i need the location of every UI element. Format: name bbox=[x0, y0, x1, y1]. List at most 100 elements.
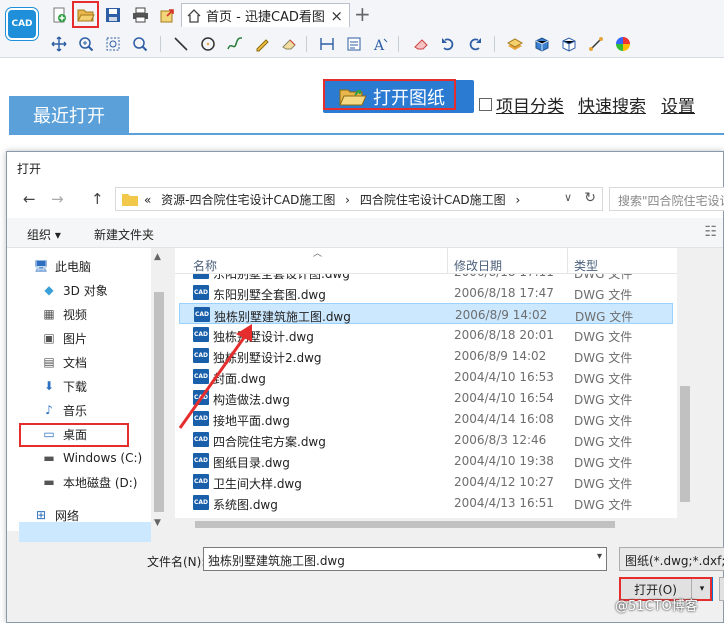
organize-button[interactable]: 组织 ▾ bbox=[27, 226, 61, 243]
file-hscroll-thumb[interactable] bbox=[195, 521, 615, 528]
3d-box-icon[interactable] bbox=[533, 35, 551, 53]
zoom-realtime-icon[interactable] bbox=[131, 35, 149, 53]
forward-button[interactable]: → bbox=[51, 190, 64, 208]
nav-scroll-thumb[interactable] bbox=[154, 292, 164, 512]
erase-icon[interactable] bbox=[412, 35, 430, 53]
column-name[interactable]: 名称 bbox=[193, 257, 217, 274]
file-row[interactable]: CAD 封面.dwg 2004/4/10 16:53 DWG 文件 bbox=[179, 366, 673, 387]
file-row[interactable]: CAD 四合院住宅方案.dwg 2006/8/3 12:46 DWG 文件 bbox=[179, 429, 673, 450]
image-icon[interactable] bbox=[345, 35, 363, 53]
file-row[interactable]: CAD 接地平面.dwg 2004/4/14 16:08 DWG 文件 bbox=[179, 408, 673, 429]
download-icon: ⬇ bbox=[43, 379, 55, 393]
file-row[interactable]: CAD 独栋别墅建筑施工图.dwg 2006/8/9 14:02 DWG 文件 bbox=[179, 303, 673, 324]
cancel-button[interactable] bbox=[719, 577, 724, 601]
file-type: DWG 文件 bbox=[575, 310, 634, 324]
save-icon[interactable] bbox=[104, 6, 122, 24]
app-logo[interactable]: CAD bbox=[6, 8, 38, 40]
tab-home[interactable]: 首页 - 迅捷CAD看图 × bbox=[181, 3, 350, 27]
file-row[interactable]: CAD 构造做法.dwg 2004/4/10 16:54 DWG 文件 bbox=[179, 387, 673, 408]
zoom-extents-icon[interactable] bbox=[104, 35, 122, 53]
filename-input[interactable]: 独栋别墅建筑施工图.dwg ▾ bbox=[203, 547, 607, 571]
quick-search-link[interactable]: 快速搜索 bbox=[578, 92, 646, 117]
file-vscroll-thumb[interactable] bbox=[680, 386, 690, 502]
project-category-checkbox[interactable] bbox=[479, 98, 492, 111]
recent-tab-underline bbox=[9, 133, 724, 135]
scroll-down-icon[interactable]: ▼ bbox=[154, 518, 161, 528]
up-button[interactable]: ↑ bbox=[91, 190, 104, 208]
back-button[interactable]: ← bbox=[23, 190, 36, 208]
file-row[interactable]: CAD 卫生间大样.dwg 2004/4/12 10:27 DWG 文件 bbox=[179, 471, 673, 492]
settings-link[interactable]: 设置 bbox=[661, 92, 695, 117]
pan-icon[interactable] bbox=[50, 35, 68, 53]
text-style-icon[interactable]: A bbox=[372, 35, 390, 53]
file-row[interactable]: CAD 独栋别墅设计2.dwg 2006/8/9 14:02 DWG 文件 bbox=[179, 345, 673, 366]
nav-item[interactable]: ▤ 文档 bbox=[41, 352, 87, 372]
print-icon[interactable] bbox=[131, 6, 149, 24]
tab-add-icon[interactable]: + bbox=[354, 4, 371, 24]
watermark: @51CTO博客 bbox=[615, 599, 698, 614]
nav-item[interactable]: 🖥 此电脑 bbox=[33, 256, 91, 276]
sort-indicator-icon: ︿ bbox=[313, 249, 323, 259]
3d-view-icon[interactable] bbox=[560, 35, 578, 53]
nav-pane-scrollbar[interactable]: ▲ ▼ bbox=[151, 248, 167, 531]
layer-icon[interactable] bbox=[506, 35, 524, 53]
breadcrumb-separator[interactable]: › bbox=[515, 193, 520, 207]
color-wheel-icon[interactable] bbox=[614, 35, 632, 53]
file-row[interactable]: CAD 独栋别墅设计.dwg 2006/8/18 20:01 DWG 文件 bbox=[179, 324, 673, 345]
export-icon[interactable] bbox=[158, 6, 176, 24]
column-divider[interactable] bbox=[567, 248, 568, 274]
nav-item[interactable]: ⊞ 网络 bbox=[33, 505, 79, 525]
recent-files-tab[interactable]: 最近打开 bbox=[9, 96, 129, 134]
nav-item-label: 下载 bbox=[63, 379, 88, 394]
column-divider[interactable] bbox=[447, 248, 448, 274]
rect-icon[interactable] bbox=[318, 35, 336, 53]
refresh-icon[interactable]: ↻ bbox=[584, 190, 596, 206]
view-toggle-icon[interactable]: ☷ bbox=[704, 224, 717, 240]
nav-item[interactable]: ▬ Windows (C:) bbox=[41, 448, 142, 468]
breadcrumb-prefix[interactable]: « bbox=[144, 193, 151, 207]
address-bar[interactable]: « 资源-四合院住宅设计CAD施工图 › 四合院住宅设计CAD施工图 › ∨ ↻ bbox=[115, 187, 603, 211]
file-date: 2004/4/13 16:51 bbox=[454, 496, 554, 510]
breadcrumb-separator[interactable]: › bbox=[345, 193, 350, 207]
breadcrumb-item[interactable]: 四合院住宅设计CAD施工图 bbox=[360, 193, 506, 207]
file-row[interactable]: CAD 东阳别墅全套图.dwg 2006/8/18 17:47 DWG 文件 bbox=[179, 282, 673, 303]
file-type: DWG 文件 bbox=[574, 393, 633, 407]
nav-item[interactable]: ▦ 视频 bbox=[41, 304, 87, 324]
file-list-vscrollbar[interactable] bbox=[677, 248, 693, 518]
file-list-hscrollbar[interactable] bbox=[175, 518, 677, 531]
file-type-select[interactable]: 图纸(*.dwg;*.dxf;*. bbox=[619, 547, 724, 571]
open-drawing-button[interactable]: 打开图纸 bbox=[323, 80, 474, 113]
nav-item-label: 3D 对象 bbox=[63, 283, 108, 298]
file-row[interactable]: CAD 图纸目录.dwg 2004/4/10 19:38 DWG 文件 bbox=[179, 450, 673, 471]
measure-icon[interactable] bbox=[587, 35, 605, 53]
file-row[interactable]: CAD 系统图.dwg 2004/4/13 16:51 DWG 文件 bbox=[179, 492, 673, 513]
nav-item[interactable]: ♪ 音乐 bbox=[41, 400, 87, 420]
filename-dropdown-icon[interactable]: ▾ bbox=[597, 551, 602, 562]
pen-icon[interactable] bbox=[253, 35, 271, 53]
redo-icon[interactable] bbox=[466, 35, 484, 53]
filename-value: 独栋别墅建筑施工图.dwg bbox=[208, 554, 345, 568]
nav-item[interactable]: ⬇ 下载 bbox=[41, 376, 87, 396]
nav-item-label: 本地磁盘 (D:) bbox=[63, 475, 138, 490]
nav-item[interactable]: ▬ 本地磁盘 (D:) bbox=[41, 472, 137, 492]
eraser-text-icon[interactable] bbox=[280, 35, 298, 53]
polyline-icon[interactable] bbox=[226, 35, 244, 53]
new-file-icon[interactable] bbox=[50, 6, 68, 24]
column-date[interactable]: 修改日期 bbox=[454, 257, 502, 274]
undo-icon[interactable] bbox=[439, 35, 457, 53]
nav-item[interactable]: ▭ 桌面 bbox=[41, 424, 87, 444]
address-dropdown-icon[interactable]: ∨ bbox=[564, 191, 572, 204]
nav-item[interactable]: ▣ 图片 bbox=[41, 328, 87, 348]
tab-close-icon[interactable]: × bbox=[330, 7, 343, 25]
circle-icon[interactable] bbox=[199, 35, 217, 53]
zoom-window-icon[interactable] bbox=[77, 35, 95, 53]
line-icon[interactable] bbox=[172, 35, 190, 53]
new-folder-button[interactable]: 新建文件夹 bbox=[94, 226, 154, 243]
search-input[interactable]: 搜索"四合院住宅设计 bbox=[609, 187, 724, 211]
breadcrumb-item[interactable]: 资源-四合院住宅设计CAD施工图 bbox=[161, 193, 335, 207]
nav-item[interactable]: ◆ 3D 对象 bbox=[41, 280, 108, 300]
project-category-link[interactable]: 项目分类 bbox=[479, 92, 564, 117]
scroll-up-icon[interactable]: ▲ bbox=[154, 252, 161, 262]
column-type[interactable]: 类型 bbox=[574, 257, 598, 274]
file-date: 2004/4/12 10:27 bbox=[454, 475, 554, 489]
